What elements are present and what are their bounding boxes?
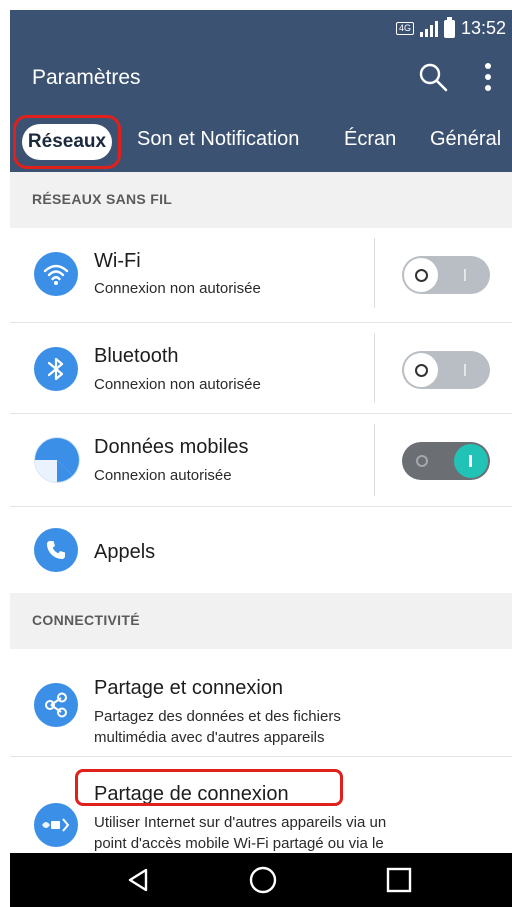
home-icon[interactable] (248, 865, 278, 895)
page-title: Paramètres (32, 66, 141, 89)
wifi-title: Wi-Fi (94, 250, 141, 272)
nav-bar (10, 853, 512, 907)
tab-general[interactable]: Général (430, 128, 501, 151)
mobile-data-icon (34, 437, 80, 483)
tethering-subtitle-line2: point d'accès mobile Wi-Fi partagé ou vi… (94, 835, 384, 852)
signal-icon (419, 20, 438, 37)
share-connect-subtitle-line2: multimédia avec d'autres appareils (94, 729, 325, 746)
toggle-knob (404, 258, 438, 292)
divider (374, 238, 375, 308)
divider (374, 424, 375, 496)
tethering-subtitle-line1: Utiliser Internet sur d'autres appareils… (94, 814, 387, 831)
tab-reseaux-label: Réseaux (22, 124, 112, 160)
tab-bar: Réseaux Son et Notification Écran Généra… (10, 110, 512, 172)
toggle-mark (416, 455, 428, 467)
bluetooth-toggle[interactable] (402, 351, 490, 389)
wifi-icon (34, 252, 78, 296)
bluetooth-title: Bluetooth (94, 345, 179, 367)
share-icon (34, 683, 78, 727)
more-vert-icon[interactable] (480, 62, 496, 92)
back-icon[interactable] (124, 865, 154, 895)
share-connect-title: Partage et connexion (94, 677, 284, 699)
lte-icon: 4G (395, 22, 414, 35)
search-icon[interactable] (418, 62, 448, 92)
mobile-data-toggle[interactable] (402, 442, 490, 480)
status-time: 13:52 (460, 18, 506, 38)
toggle-mark (464, 269, 466, 281)
battery-icon (443, 16, 455, 38)
app-toolbar: Paramètres (10, 45, 512, 110)
toggle-knob (404, 353, 438, 387)
toggle-knob (454, 444, 488, 478)
divider (374, 333, 375, 403)
hotspot-icon (34, 803, 78, 847)
tab-ecran[interactable]: Écran (344, 128, 396, 151)
wifi-subtitle: Connexion non autorisée (94, 280, 261, 297)
bluetooth-row[interactable]: Bluetooth Connexion non autorisée (10, 323, 512, 413)
section-header-wireless: RÉSEAUX SANS FIL (10, 172, 512, 228)
mobile-data-subtitle: Connexion autorisée (94, 467, 232, 484)
status-bar: 4G 13:52 (10, 10, 512, 45)
section-title: RÉSEAUX SANS FIL (32, 191, 173, 207)
tab-son-et-notification[interactable]: Son et Notification (137, 128, 299, 151)
mobile-data-row[interactable]: Données mobiles Connexion autorisée (10, 414, 512, 506)
wifi-row[interactable]: Wi-Fi Connexion non autorisée (10, 228, 512, 322)
share-connect-subtitle-line1: Partagez des données et des fichiers (94, 708, 341, 725)
bluetooth-subtitle: Connexion non autorisée (94, 376, 261, 393)
screen: 4G 13:52 Paramètres Réseaux Son et Notif… (10, 10, 512, 907)
share-connect-row[interactable]: Partage et connexion Partagez des donnée… (10, 649, 512, 756)
toggle-mark (464, 364, 466, 376)
tab-reseaux[interactable]: Réseaux (13, 115, 121, 169)
section-header-connectivity: CONNECTIVITÉ (10, 593, 512, 649)
tethering-highlight (75, 769, 343, 806)
phone-icon (34, 528, 78, 572)
recents-icon[interactable] (384, 865, 414, 895)
section-title: CONNECTIVITÉ (32, 612, 140, 628)
calls-title: Appels (94, 541, 156, 563)
bluetooth-icon (34, 347, 78, 391)
wifi-toggle[interactable] (402, 256, 490, 294)
calls-row[interactable]: Appels (10, 507, 512, 593)
mobile-data-title: Données mobiles (94, 436, 249, 458)
